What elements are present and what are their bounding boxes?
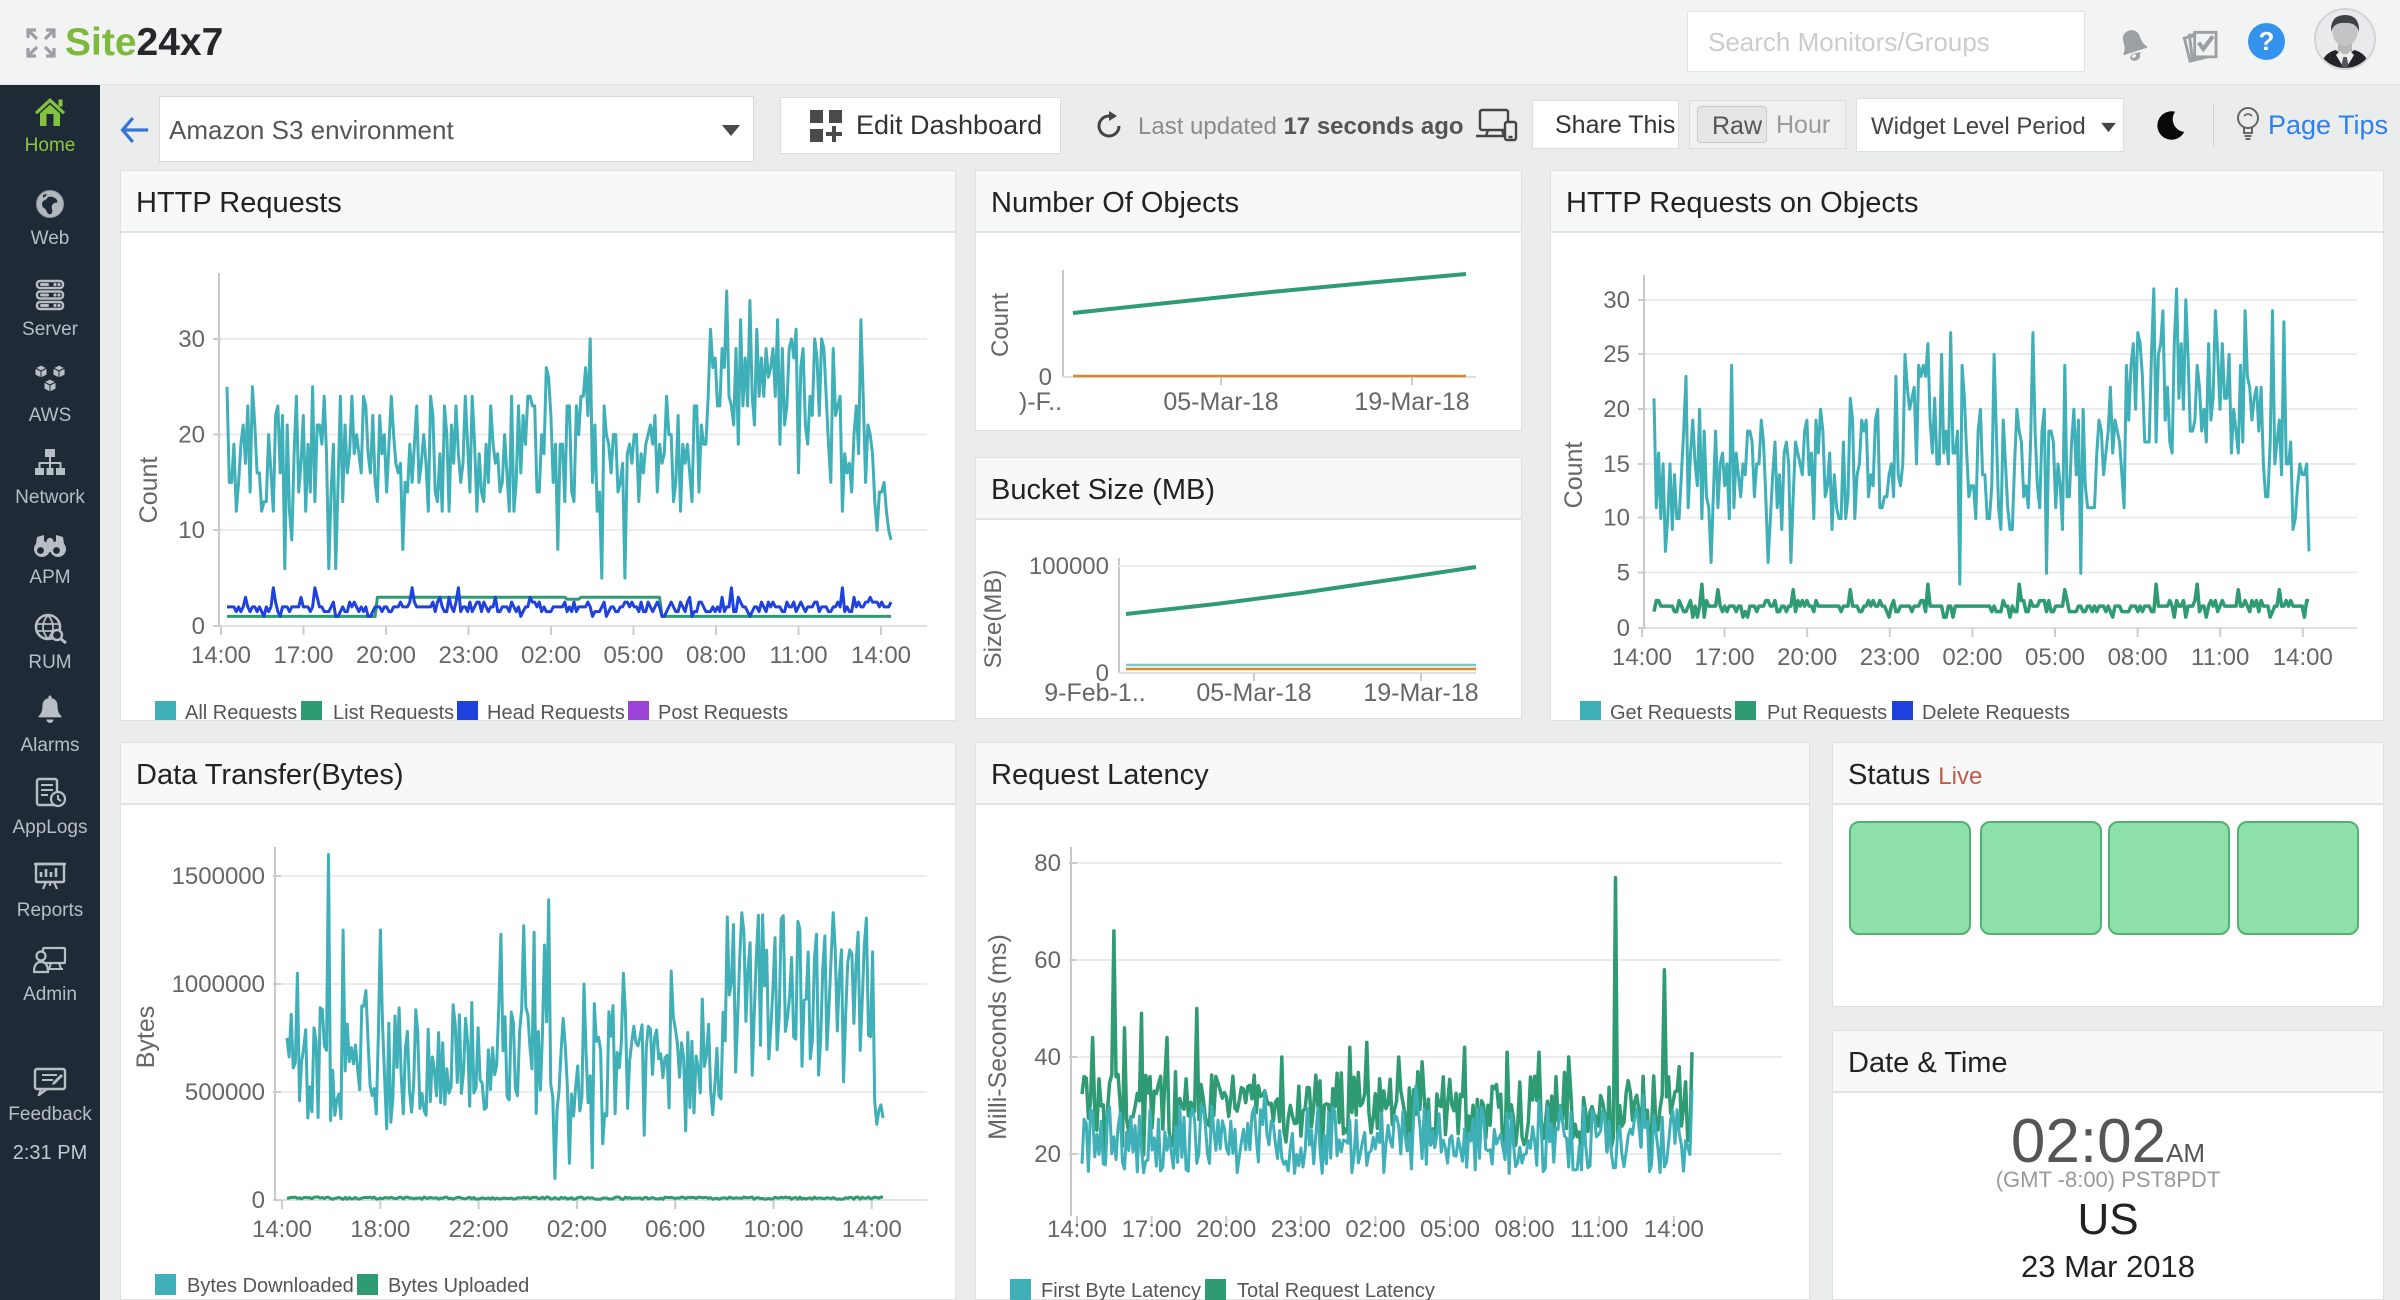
svg-text:Size(MB): Size(MB): [980, 570, 1007, 669]
svg-text:10: 10: [1603, 505, 1630, 532]
svg-text:10: 10: [178, 517, 205, 544]
svg-text:30: 30: [178, 326, 205, 353]
svg-text:14:00: 14:00: [851, 642, 911, 669]
svg-text:02:00: 02:00: [1345, 1216, 1405, 1243]
svg-text:15: 15: [1603, 451, 1630, 478]
svg-text:0: 0: [1617, 615, 1630, 642]
svg-text:02:00: 02:00: [521, 642, 581, 669]
svg-text:0: 0: [1039, 364, 1052, 391]
svg-text:14:00: 14:00: [1644, 1216, 1704, 1243]
svg-text:0: 0: [252, 1187, 265, 1214]
svg-text:23:00: 23:00: [438, 642, 498, 669]
svg-text:500000: 500000: [185, 1079, 265, 1106]
svg-text:1000000: 1000000: [172, 971, 265, 998]
svg-text:Head Requests: Head Requests: [487, 702, 625, 720]
svg-text:20:00: 20:00: [1196, 1216, 1256, 1243]
svg-text:17:00: 17:00: [1695, 644, 1755, 671]
svg-text:14:00: 14:00: [1047, 1216, 1107, 1243]
svg-text:14:00: 14:00: [252, 1216, 312, 1243]
svg-text:19-Mar-18: 19-Mar-18: [1354, 388, 1469, 416]
svg-text:Milli-Seconds (ms): Milli-Seconds (ms): [984, 934, 1012, 1140]
svg-text:25: 25: [1603, 341, 1630, 368]
svg-text:14:00: 14:00: [842, 1216, 902, 1243]
svg-text:02:00: 02:00: [547, 1216, 607, 1243]
svg-text:1500000: 1500000: [172, 863, 265, 890]
svg-text:05:00: 05:00: [2025, 644, 2085, 671]
svg-text:05-Mar-18: 05-Mar-18: [1163, 388, 1278, 416]
svg-text:Post Requests: Post Requests: [658, 702, 788, 720]
svg-text:20:00: 20:00: [356, 642, 416, 669]
svg-text:05:00: 05:00: [1420, 1216, 1480, 1243]
svg-text:11:00: 11:00: [769, 642, 827, 669]
svg-text:11:00: 11:00: [2191, 644, 2249, 671]
svg-text:20: 20: [1603, 396, 1630, 423]
svg-text:Count: Count: [1560, 442, 1588, 509]
svg-text:Bytes Uploaded: Bytes Uploaded: [388, 1275, 529, 1297]
svg-text:)-F..: )-F..: [1019, 388, 1062, 416]
svg-text:08:00: 08:00: [686, 642, 746, 669]
svg-text:40: 40: [1034, 1044, 1061, 1071]
svg-text:Count: Count: [135, 457, 163, 524]
svg-text:Delete Requests: Delete Requests: [1922, 702, 2070, 720]
svg-text:Total Request Latency: Total Request Latency: [1237, 1280, 1435, 1300]
svg-text:14:00: 14:00: [1612, 644, 1672, 671]
svg-text:08:00: 08:00: [2108, 644, 2168, 671]
svg-text:10:00: 10:00: [743, 1216, 803, 1243]
svg-text:19-Mar-18: 19-Mar-18: [1363, 679, 1478, 707]
svg-text:Bytes: Bytes: [132, 1006, 160, 1069]
svg-text:14:00: 14:00: [191, 642, 251, 669]
svg-text:Get Requests: Get Requests: [1610, 702, 1732, 720]
svg-text:23:00: 23:00: [1271, 1216, 1331, 1243]
svg-text:05-Mar-18: 05-Mar-18: [1196, 679, 1311, 707]
svg-text:List Requests: List Requests: [333, 702, 454, 720]
svg-text:80: 80: [1034, 850, 1061, 877]
svg-text:Count: Count: [987, 293, 1014, 357]
svg-text:17:00: 17:00: [1122, 1216, 1182, 1243]
svg-text:60: 60: [1034, 947, 1061, 974]
svg-text:9-Feb-1..: 9-Feb-1..: [1044, 679, 1145, 707]
svg-text:All Requests: All Requests: [185, 702, 297, 720]
svg-text:100000: 100000: [1029, 553, 1109, 580]
svg-text:5: 5: [1617, 560, 1630, 587]
svg-text:11:00: 11:00: [1570, 1216, 1628, 1243]
svg-text:First Byte Latency: First Byte Latency: [1041, 1280, 1201, 1300]
svg-text:22:00: 22:00: [449, 1216, 509, 1243]
svg-text:06:00: 06:00: [645, 1216, 705, 1243]
svg-text:20: 20: [1034, 1141, 1061, 1168]
svg-text:18:00: 18:00: [350, 1216, 410, 1243]
svg-text:23:00: 23:00: [1860, 644, 1920, 671]
svg-text:0: 0: [192, 613, 205, 640]
svg-text:Bytes Downloaded: Bytes Downloaded: [187, 1275, 354, 1297]
svg-text:Put Requests: Put Requests: [1767, 702, 1887, 720]
svg-text:14:00: 14:00: [2273, 644, 2333, 671]
svg-text:20: 20: [178, 422, 205, 449]
svg-text:05:00: 05:00: [603, 642, 663, 669]
svg-text:02:00: 02:00: [1942, 644, 2002, 671]
svg-text:20:00: 20:00: [1777, 644, 1837, 671]
svg-text:08:00: 08:00: [1495, 1216, 1555, 1243]
svg-text:30: 30: [1603, 287, 1630, 314]
svg-text:17:00: 17:00: [273, 642, 333, 669]
